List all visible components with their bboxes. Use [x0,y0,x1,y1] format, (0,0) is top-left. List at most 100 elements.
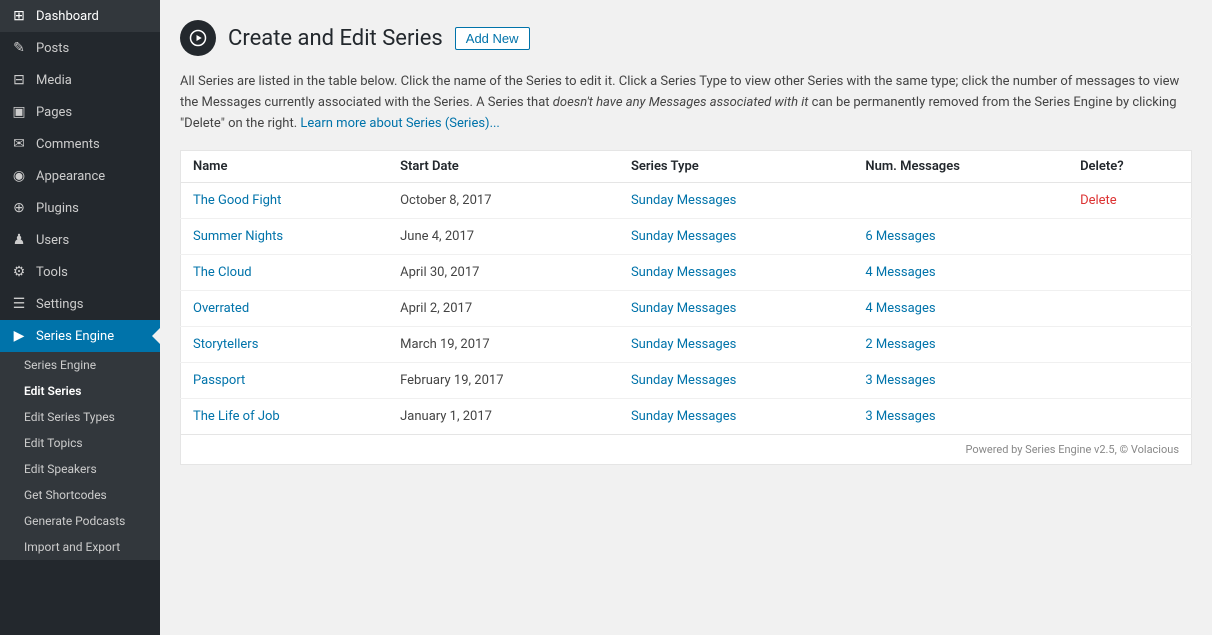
cell-delete [1068,363,1191,399]
appearance-icon: ◉ [10,168,28,184]
sidebar-label-comments: Comments [36,137,100,152]
series-type-link[interactable]: Sunday Messages [631,337,736,352]
submenu-item-edit-topics[interactable]: Edit Topics [0,430,160,456]
table-row: The Good Fight October 8, 2017 Sunday Mess… [181,183,1192,219]
submenu-item-edit-series[interactable]: Edit Series [0,378,160,404]
col-series-type: Series Type [619,151,853,183]
col-start-date: Start Date [388,151,619,183]
cell-start-date: October 8, 2017 [388,183,619,219]
series-name-link[interactable]: Overrated [193,301,249,316]
cell-series-name: The Cloud [181,255,389,291]
submenu-item-edit-series-types[interactable]: Edit Series Types [0,404,160,430]
plugins-icon: ⊕ [10,200,28,216]
dashboard-icon: ⊞ [10,8,28,24]
series-name-link[interactable]: The Cloud [193,265,252,280]
cell-start-date: June 4, 2017 [388,219,619,255]
table-row: The Life of Job January 1, 2017 Sunday Mes… [181,399,1192,435]
submenu-item-import-export[interactable]: Import and Export [0,534,160,560]
series-name-link[interactable]: The Good Fight [193,193,281,208]
tools-icon: ⚙ [10,264,28,280]
sidebar-label-pages: Pages [36,105,72,120]
sidebar-label-series-engine: Series Engine [36,329,114,344]
table-body: The Good Fight October 8, 2017 Sunday Mess… [181,183,1192,435]
series-table: Name Start Date Series Type Num. Message… [180,150,1192,435]
cell-series-type: Sunday Messages [619,183,853,219]
cell-delete [1068,399,1191,435]
cell-delete [1068,219,1191,255]
cell-series-name: Overrated [181,291,389,327]
series-name-link[interactable]: Passport [193,373,245,388]
settings-icon: ☰ [10,296,28,312]
series-name-link[interactable]: The Life of Job [193,409,280,424]
submenu-item-generate-podcasts[interactable]: Generate Podcasts [0,508,160,534]
messages-count-link[interactable]: 4 Messages [865,265,935,280]
sidebar-item-appearance[interactable]: ◉ Appearance [0,160,160,192]
cell-series-type: Sunday Messages [619,363,853,399]
cell-series-name: Storytellers [181,327,389,363]
submenu-item-series-engine[interactable]: Series Engine [0,352,160,378]
cell-series-name: Passport [181,363,389,399]
sidebar-item-comments[interactable]: ✉ Comments [0,128,160,160]
pages-icon: ▣ [10,104,28,120]
media-icon: ⊟ [10,72,28,88]
sidebar-item-plugins[interactable]: ⊕ Plugins [0,192,160,224]
sidebar-item-users[interactable]: ♟ Users [0,224,160,256]
sidebar-label-tools: Tools [36,265,68,280]
cell-start-date: January 1, 2017 [388,399,619,435]
series-type-link[interactable]: Sunday Messages [631,373,736,388]
messages-count-link[interactable]: 2 Messages [865,337,935,352]
messages-count-link[interactable]: 3 Messages [865,409,935,424]
add-new-button[interactable]: Add New [455,27,530,50]
cell-series-type: Sunday Messages [619,399,853,435]
series-name-link[interactable]: Summer Nights [193,229,283,244]
description-link[interactable]: Learn more about Series (Series)... [300,116,499,131]
cell-num-messages: 2 Messages [853,327,1068,363]
series-type-link[interactable]: Sunday Messages [631,301,736,316]
sidebar-item-tools[interactable]: ⚙ Tools [0,256,160,288]
users-icon: ♟ [10,232,28,248]
sidebar-label-media: Media [36,73,72,88]
cell-num-messages: 3 Messages [853,363,1068,399]
cell-series-name: The Life of Job [181,399,389,435]
sidebar-item-pages[interactable]: ▣ Pages [0,96,160,128]
main-content: Create and Edit Series Add New All Serie… [160,0,1212,635]
sidebar-label-appearance: Appearance [36,169,105,184]
cell-num-messages [853,183,1068,219]
series-type-link[interactable]: Sunday Messages [631,229,736,244]
series-name-link[interactable]: Storytellers [193,337,258,352]
cell-start-date: March 19, 2017 [388,327,619,363]
series-type-link[interactable]: Sunday Messages [631,265,736,280]
submenu-item-edit-speakers[interactable]: Edit Speakers [0,456,160,482]
table-header-row: Name Start Date Series Type Num. Message… [181,151,1192,183]
cell-delete [1068,291,1191,327]
cell-series-name: The Good Fight [181,183,389,219]
sidebar-item-dashboard[interactable]: ⊞ Dashboard [0,0,160,32]
sidebar-item-posts[interactable]: ✎ Posts [0,32,160,64]
series-type-link[interactable]: Sunday Messages [631,409,736,424]
table-row: Summer Nights June 4, 2017 Sunday Messages… [181,219,1192,255]
col-name: Name [181,151,389,183]
series-engine-icon: ▶ [10,328,28,344]
series-type-link[interactable]: Sunday Messages [631,193,736,208]
table-row: PassportFebruary 19, 2017Sunday Messages… [181,363,1192,399]
cell-start-date: April 30, 2017 [388,255,619,291]
messages-count-link[interactable]: 4 Messages [865,301,935,316]
messages-count-link[interactable]: 6 Messages [865,229,935,244]
delete-link[interactable]: Delete [1080,193,1117,208]
sidebar: ⊞ Dashboard ✎ Posts ⊟ Media ▣ Pages ✉ Co… [0,0,160,635]
messages-count-link[interactable]: 3 Messages [865,373,935,388]
sidebar-label-users: Users [36,233,69,248]
cell-num-messages: 4 Messages [853,255,1068,291]
cell-series-type: Sunday Messages [619,327,853,363]
description-em: doesn't have any Messages associated wit… [553,95,809,110]
cell-delete: Delete [1068,183,1191,219]
cell-num-messages: 6 Messages [853,219,1068,255]
sidebar-item-settings[interactable]: ☰ Settings [0,288,160,320]
cell-start-date: April 2, 2017 [388,291,619,327]
posts-icon: ✎ [10,40,28,56]
sidebar-item-series-engine[interactable]: ▶ Series Engine [0,320,160,352]
submenu-item-get-shortcodes[interactable]: Get Shortcodes [0,482,160,508]
sidebar-item-media[interactable]: ⊟ Media [0,64,160,96]
series-engine-submenu: Series Engine Edit Series Edit Series Ty… [0,352,160,560]
table-row: The Cloud April 30, 2017 Sunday Messages 4 … [181,255,1192,291]
